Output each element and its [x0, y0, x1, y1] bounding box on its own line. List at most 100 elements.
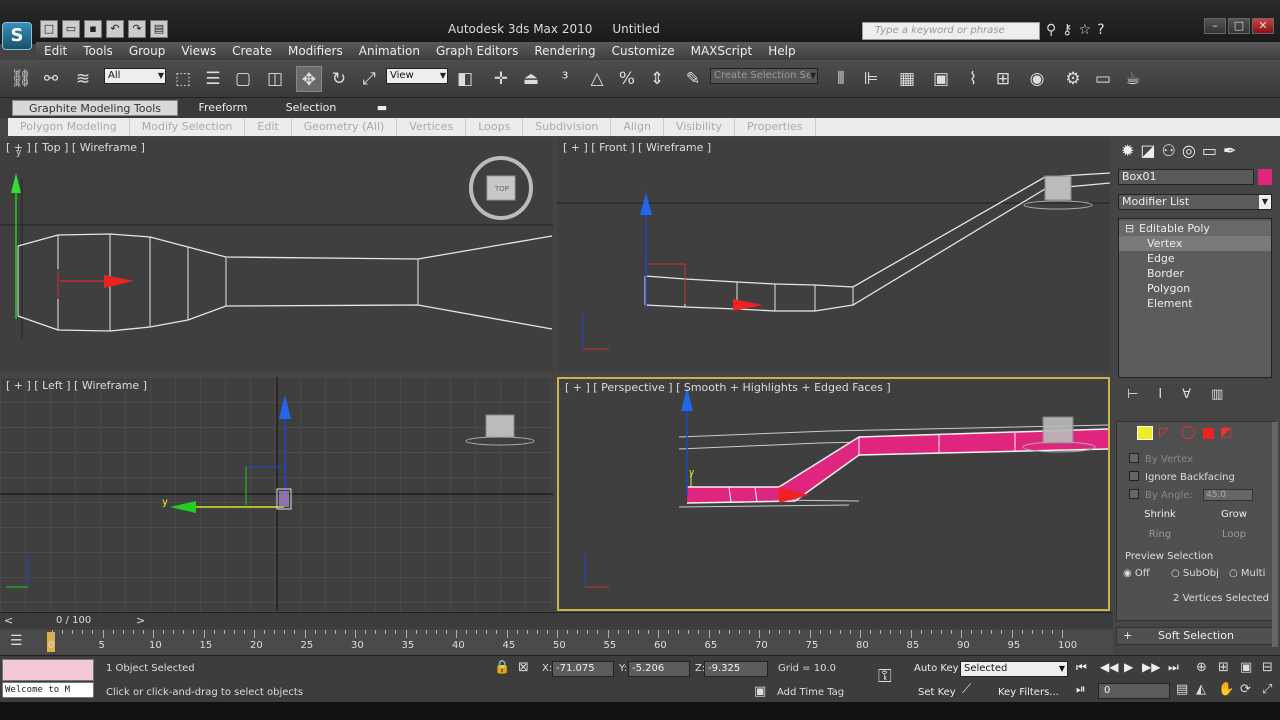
rect-selection-icon[interactable]: ▢	[230, 66, 256, 92]
ribbon-minimize-icon[interactable]: ▬	[372, 100, 392, 116]
mirror-icon[interactable]: ⫴	[828, 66, 854, 92]
orbit-icon[interactable]: ⟳	[1240, 682, 1251, 697]
binoculars-icon[interactable]: ⚲	[1046, 22, 1056, 38]
set-key-icon[interactable]: ⚿	[878, 666, 892, 687]
border-mode-icon[interactable]: ◯	[1181, 426, 1197, 440]
modify-tab-icon[interactable]: ◪	[1140, 141, 1155, 160]
expand-minus-icon[interactable]: ⊟	[1125, 221, 1134, 236]
window-crossing-icon[interactable]: ◫	[262, 66, 288, 92]
unlink-icon[interactable]: ⚯	[38, 66, 64, 92]
bind-spacewarp-icon[interactable]: ≋	[70, 66, 96, 92]
select-by-name-icon[interactable]: ☰	[200, 66, 226, 92]
utilities-tab-icon[interactable]: ✒	[1223, 141, 1236, 160]
angle-spinner[interactable]: 45.0	[1203, 489, 1253, 501]
menu-views[interactable]: Views	[173, 44, 224, 58]
menu-modifiers[interactable]: Modifiers	[280, 44, 351, 58]
schematic-view-icon[interactable]: ⊞	[990, 66, 1016, 92]
key-icon[interactable]: ⚷	[1062, 22, 1072, 38]
tab-graphite-modeling-tools[interactable]: Graphite Modeling Tools	[12, 100, 178, 116]
ignore-backfacing-checkbox[interactable]: Ignore Backfacing	[1129, 471, 1235, 483]
align-icon[interactable]: ⊫	[858, 66, 884, 92]
menu-create[interactable]: Create	[224, 44, 280, 58]
hierarchy-tab-icon[interactable]: ⚇	[1162, 141, 1176, 160]
make-unique-icon[interactable]: ∀	[1182, 387, 1191, 402]
menu-rendering[interactable]: Rendering	[526, 44, 603, 58]
minimize-icon[interactable]: –	[1204, 18, 1226, 34]
panel-visibility[interactable]: Visibility	[664, 118, 736, 136]
angle-snap-icon[interactable]: △	[584, 66, 610, 92]
viewport-perspective[interactable]: y [ + ] [ Perspective ] [ Smooth + Highl…	[557, 377, 1110, 611]
panel-vertices[interactable]: Vertices	[397, 118, 467, 136]
undo-icon[interactable]: ↶	[106, 20, 124, 38]
key-mode-dropdown[interactable]: Selected	[960, 661, 1068, 677]
panel-geometry-all[interactable]: Geometry (All)	[292, 118, 398, 136]
viewport-left-label[interactable]: [ + ] [ Left ] [ Wireframe ]	[6, 379, 147, 392]
lock-selection-icon[interactable]: 🔒	[494, 660, 510, 675]
menu-help[interactable]: Help	[760, 44, 803, 58]
panel-polygon-modeling[interactable]: Polygon Modeling	[8, 118, 130, 136]
render-teapot-icon[interactable]: ☕	[1120, 66, 1146, 92]
mini-curve-editor-icon[interactable]: ☰	[10, 633, 23, 649]
maxscript-listener-mini[interactable]	[2, 659, 94, 681]
edge-mode-icon[interactable]: ◸	[1159, 426, 1175, 440]
rotate-icon[interactable]: ↻	[326, 66, 352, 92]
viewport-top-label[interactable]: [ + ] [ Top ] [ Wireframe ]	[6, 141, 145, 154]
select-link-icon[interactable]: ⛓	[8, 66, 34, 92]
snaps-toggle-icon[interactable]: ³	[552, 66, 578, 92]
shrink-button[interactable]: Shrink	[1125, 508, 1195, 522]
help-icon[interactable]: ?	[1097, 22, 1104, 38]
menu-customize[interactable]: Customize	[604, 44, 683, 58]
play-icon[interactable]: ▶	[1124, 660, 1133, 674]
move-icon[interactable]: ✥	[296, 66, 322, 92]
set-key-button[interactable]: Set Key	[918, 687, 956, 698]
by-vertex-checkbox[interactable]: By Vertex	[1129, 453, 1193, 465]
stack-item-polygon[interactable]: Polygon	[1119, 281, 1271, 296]
pivot-center-icon[interactable]: ◧	[452, 66, 478, 92]
panel-loops[interactable]: Loops	[466, 118, 524, 136]
viewport-front-label[interactable]: [ + ] [ Front ] [ Wireframe ]	[563, 141, 711, 154]
curve-editor-icon[interactable]: ⌇	[960, 66, 986, 92]
menu-animation[interactable]: Animation	[351, 44, 428, 58]
polygon-mode-icon[interactable]	[1203, 428, 1214, 439]
spinner-snap-icon[interactable]: ⇕	[644, 66, 670, 92]
favorites-star-icon[interactable]: ☆	[1079, 22, 1092, 38]
stack-item-border[interactable]: Border	[1119, 266, 1271, 281]
viewport-perspective-label[interactable]: [ + ] [ Perspective ] [ Smooth + Highlig…	[565, 381, 891, 394]
preview-off-radio[interactable]: ◉ Off	[1123, 568, 1150, 579]
selection-filter-dropdown[interactable]: All	[104, 68, 166, 84]
reference-coord-dropdown[interactable]: View	[386, 68, 448, 84]
menu-group[interactable]: Group	[121, 44, 174, 58]
panel-modify-selection[interactable]: Modify Selection	[130, 118, 246, 136]
add-time-tag-button[interactable]: Add Time Tag	[777, 687, 844, 698]
go-to-end-icon[interactable]: ⏭	[1168, 660, 1179, 675]
create-tab-icon[interactable]: ✹	[1121, 141, 1134, 160]
app-logo-icon[interactable]: S	[2, 22, 32, 50]
new-icon[interactable]: □	[40, 20, 58, 38]
zoom-icon[interactable]: ⊕	[1196, 660, 1207, 675]
time-config-icon[interactable]: ▤	[1176, 682, 1188, 697]
panel-subdivision[interactable]: Subdivision	[523, 118, 612, 136]
maximize-icon[interactable]: □	[1228, 18, 1250, 34]
material-editor-icon[interactable]: ◉	[1024, 66, 1050, 92]
maxscript-welcome-text[interactable]: Welcome to M	[2, 682, 94, 698]
search-input[interactable]: Type a keyword or phrase	[862, 22, 1040, 40]
command-panel-scrollbar[interactable]	[1272, 422, 1278, 647]
preview-multi-radio[interactable]: ○ Multi	[1229, 568, 1265, 579]
soft-selection-rollout[interactable]: + Soft Selection	[1116, 627, 1276, 645]
menu-graph-editors[interactable]: Graph Editors	[428, 44, 526, 58]
render-setup-icon[interactable]: ⚙	[1060, 66, 1086, 92]
maximize-viewport-icon[interactable]: ⤢	[1262, 682, 1272, 697]
z-coordinate-field[interactable]: -9.325	[704, 661, 768, 677]
preview-subobj-radio[interactable]: ○ SubObj	[1171, 568, 1219, 579]
save-icon[interactable]: ▪	[84, 20, 102, 38]
tab-selection[interactable]: Selection	[272, 100, 350, 116]
track-bar[interactable]: ☰ 0 5 10 15 20 25 30 35 40 45 50 55 60 65 70 75 80 85 90 95…	[0, 630, 1113, 654]
select-object-icon[interactable]: ⬚	[170, 66, 196, 92]
redo-icon[interactable]: ↷	[128, 20, 146, 38]
pin-stack-icon[interactable]: ⊢	[1127, 387, 1138, 402]
field-of-view-icon[interactable]: ◭	[1196, 682, 1206, 697]
key-filter-icon[interactable]: ⟋	[962, 682, 971, 697]
time-prev-icon[interactable]: <	[4, 614, 13, 627]
layer-manager-icon[interactable]: ▦	[894, 66, 920, 92]
named-selection-dropdown[interactable]: Create Selection Se	[710, 68, 818, 84]
